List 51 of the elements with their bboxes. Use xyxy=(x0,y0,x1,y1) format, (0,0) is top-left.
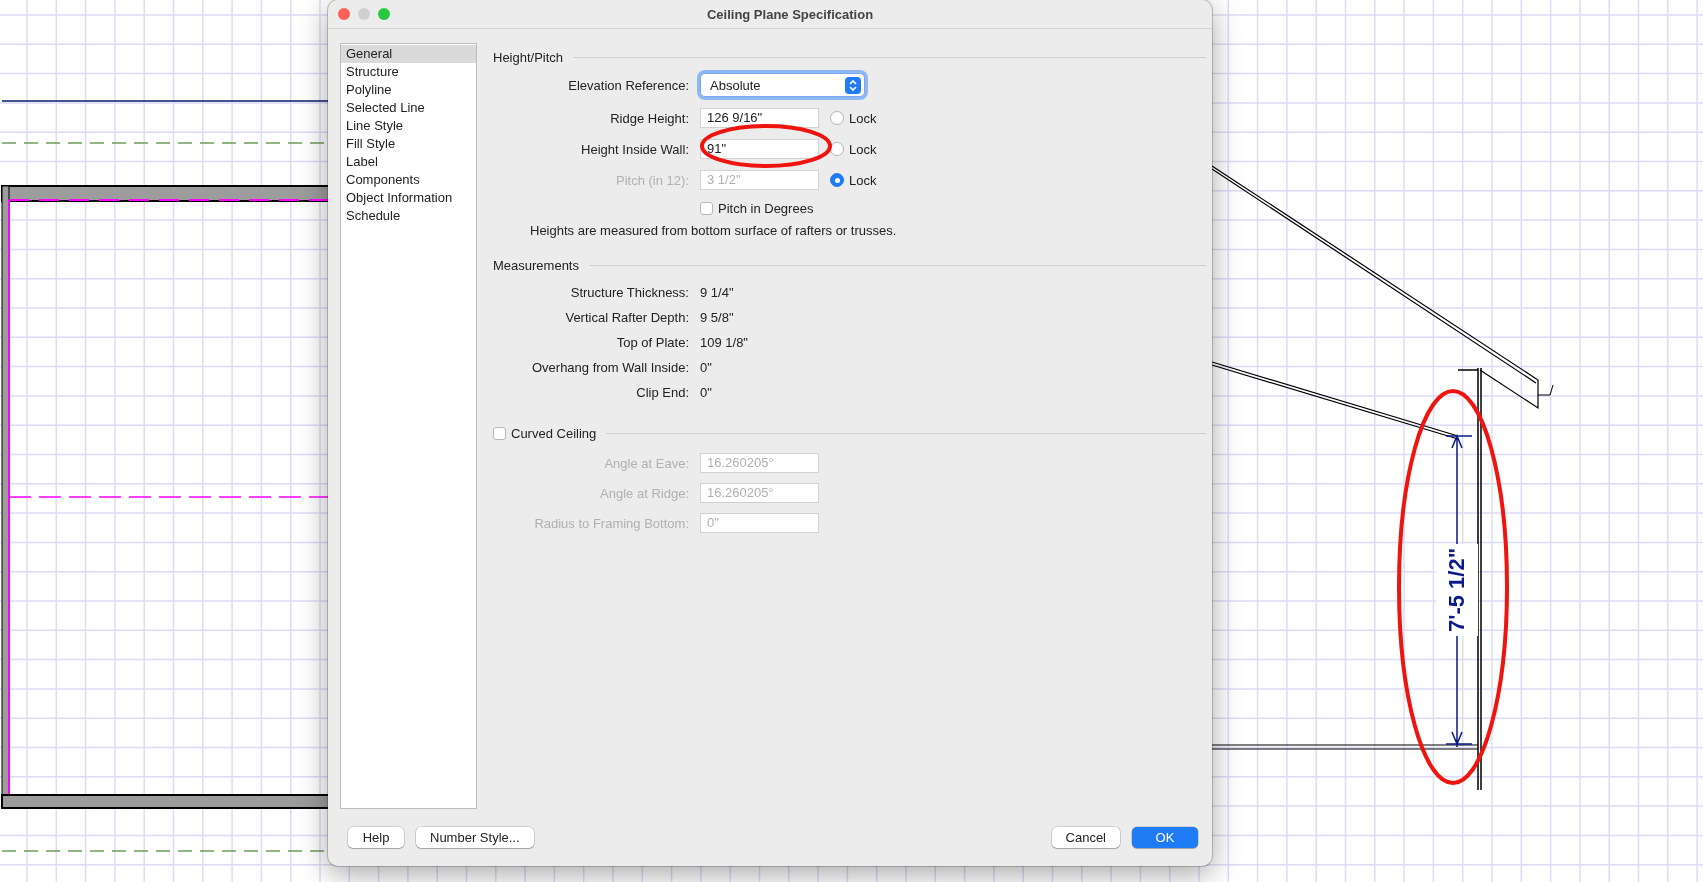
measurement-label: Overhang from Wall Inside: xyxy=(530,360,689,375)
dialog-button[interactable]: Help xyxy=(348,827,404,848)
lock-radio[interactable] xyxy=(830,142,844,156)
measurement-label: Top of Plate: xyxy=(615,335,689,350)
measurement-label: Vertical Rafter Depth: xyxy=(564,310,689,325)
input-field[interactable]: 91" xyxy=(700,139,819,159)
measurement-value: 9 5/8" xyxy=(700,310,734,325)
sidebar-item[interactable]: Label xyxy=(341,153,476,171)
sidebar-item[interactable]: Schedule xyxy=(341,207,476,225)
section-heading: Height/Pitch xyxy=(493,49,564,65)
measurement-value: 9 1/4" xyxy=(700,285,734,300)
field-label: Height Inside Wall: xyxy=(580,141,689,157)
sidebar-item[interactable]: Line Style xyxy=(341,117,476,135)
measurement-value: 0" xyxy=(700,385,712,400)
field-label: Pitch (in 12): xyxy=(615,172,689,188)
elevation-reference-dropdown[interactable]: Absolute xyxy=(700,73,865,97)
sidebar-item[interactable]: Components xyxy=(341,171,476,189)
zoom-button[interactable] xyxy=(378,8,390,20)
measurement-value: 0" xyxy=(700,360,712,375)
field-label: Angle at Ridge: xyxy=(599,485,689,501)
checkbox-label: Pitch in Degrees xyxy=(718,201,814,216)
lock-label: Lock xyxy=(849,172,877,188)
checkbox-label: Curved Ceiling xyxy=(511,425,597,441)
checkbox[interactable] xyxy=(493,426,506,440)
minimize-button[interactable] xyxy=(358,8,370,20)
field-label: Radius to Framing Bottom: xyxy=(533,515,689,531)
sidebar-item[interactable]: Selected Line xyxy=(341,99,476,117)
sidebar-item[interactable]: General xyxy=(341,45,476,63)
field-label: Ridge Height: xyxy=(609,110,689,126)
measurement-label: Clip End: xyxy=(635,385,689,400)
window-title: Ceiling Plane Specification xyxy=(706,6,874,22)
input-field[interactable]: 126 9/16" xyxy=(700,108,819,128)
field-label: Angle at Eave: xyxy=(603,455,689,471)
sidebar-item[interactable]: Structure xyxy=(341,63,476,81)
lock-label: Lock xyxy=(849,110,877,126)
checkbox[interactable] xyxy=(700,202,713,215)
dialog-button[interactable]: Number Style... xyxy=(416,827,534,848)
close-button[interactable] xyxy=(338,8,350,20)
measurement-value: 109 1/8" xyxy=(700,335,748,350)
sidebar-item[interactable]: Object Information xyxy=(341,189,476,207)
section-heading: Measurements xyxy=(493,257,579,273)
sidebar-item[interactable]: Polyline xyxy=(341,81,476,99)
dialog-button[interactable]: OK xyxy=(1132,827,1198,848)
dimension-label: 7'-5 1/2" xyxy=(1444,547,1470,633)
info-text: Heights are measured from bottom surface of rafters or trusses. xyxy=(530,223,898,238)
dialog-button[interactable]: Cancel xyxy=(1051,827,1120,848)
field-label: Elevation Reference: xyxy=(567,77,689,93)
sidebar-item[interactable]: Fill Style xyxy=(341,135,476,153)
lock-radio[interactable] xyxy=(830,111,844,125)
lock-label: Lock xyxy=(849,141,877,157)
measurement-label: Structure Thickness: xyxy=(569,285,689,300)
